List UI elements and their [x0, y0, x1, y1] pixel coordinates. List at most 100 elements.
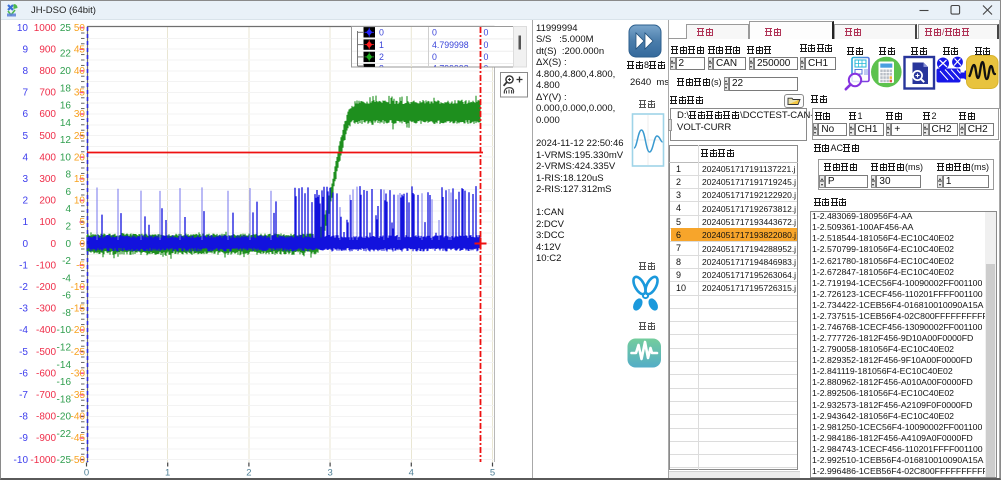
- svg-text:-7: -7: [19, 390, 28, 401]
- svg-text:0: 0: [79, 239, 85, 250]
- svg-text:-10: -10: [71, 282, 86, 293]
- svg-text:-200: -200: [36, 282, 56, 293]
- svg-text:4: 4: [22, 152, 28, 163]
- svg-text:-900: -900: [36, 433, 56, 444]
- svg-text:0: 0: [484, 63, 489, 73]
- svg-text:1: 1: [165, 468, 170, 479]
- svg-text:0: 0: [484, 52, 489, 62]
- svg-text:35: 35: [74, 88, 86, 99]
- svg-text:0: 0: [432, 28, 437, 38]
- svg-text:30: 30: [74, 109, 86, 120]
- svg-text:-4: -4: [19, 325, 28, 336]
- svg-text:6: 6: [65, 187, 71, 198]
- svg-text:-6: -6: [19, 368, 28, 379]
- svg-text:2: 2: [379, 52, 384, 62]
- svg-text:1: 1: [379, 40, 384, 50]
- svg-text:800: 800: [39, 66, 56, 77]
- svg-text:8: 8: [65, 170, 71, 181]
- svg-text:2: 2: [246, 468, 251, 479]
- svg-text:1000: 1000: [34, 23, 57, 34]
- svg-text:-100: -100: [36, 260, 56, 271]
- svg-text:-14: -14: [57, 360, 72, 371]
- svg-text:-22: -22: [57, 429, 72, 440]
- svg-text:4: 4: [409, 468, 414, 479]
- svg-text:-45: -45: [71, 433, 86, 444]
- svg-text:-16: -16: [57, 377, 72, 388]
- svg-text:5: 5: [22, 131, 28, 142]
- svg-text:-10: -10: [57, 325, 72, 336]
- svg-text:-2: -2: [62, 256, 71, 267]
- svg-text:100: 100: [39, 217, 56, 228]
- svg-text:0: 0: [84, 468, 89, 479]
- svg-text:0: 0: [484, 28, 489, 38]
- svg-text:-5: -5: [19, 347, 28, 358]
- svg-text:-3: -3: [19, 304, 28, 315]
- svg-text:-15: -15: [71, 304, 86, 315]
- svg-text:-1000: -1000: [30, 455, 56, 466]
- svg-text:-2: -2: [19, 282, 28, 293]
- svg-text:18: 18: [60, 83, 72, 94]
- svg-text:25: 25: [74, 131, 86, 142]
- svg-text:-20: -20: [57, 412, 72, 423]
- svg-text:5: 5: [79, 217, 85, 228]
- svg-text:10: 10: [60, 152, 72, 163]
- svg-text:400: 400: [39, 152, 56, 163]
- svg-text:25: 25: [60, 23, 72, 34]
- svg-text:-8: -8: [62, 308, 71, 319]
- svg-text:20: 20: [60, 66, 72, 77]
- svg-text:-30: -30: [71, 368, 86, 379]
- svg-text:-50: -50: [71, 455, 86, 466]
- svg-text:-20: -20: [71, 325, 86, 336]
- svg-text:7: 7: [22, 88, 28, 99]
- svg-text:2: 2: [65, 222, 71, 233]
- svg-text:4.799998: 4.799998: [432, 40, 469, 50]
- svg-text:600: 600: [39, 109, 56, 120]
- svg-text:40: 40: [74, 66, 86, 77]
- svg-text:4: 4: [65, 204, 71, 215]
- svg-text:0: 0: [379, 28, 384, 38]
- svg-text:15: 15: [74, 174, 86, 185]
- svg-text:-25: -25: [71, 347, 86, 358]
- svg-text:0: 0: [65, 239, 71, 250]
- svg-text:900: 900: [39, 44, 56, 55]
- svg-text:8: 8: [22, 66, 28, 77]
- svg-text:3: 3: [22, 174, 28, 185]
- svg-text:-400: -400: [36, 325, 56, 336]
- svg-text:-700: -700: [36, 390, 56, 401]
- svg-text:-6: -6: [62, 291, 71, 302]
- svg-text:22: 22: [60, 49, 72, 60]
- svg-text:10: 10: [17, 23, 29, 34]
- svg-text:-10: -10: [14, 455, 29, 466]
- svg-text:16: 16: [60, 101, 72, 112]
- svg-text:45: 45: [74, 44, 86, 55]
- svg-text:-25: -25: [57, 455, 72, 466]
- svg-text:-300: -300: [36, 304, 56, 315]
- svg-text:-800: -800: [36, 412, 56, 423]
- svg-text:10: 10: [74, 196, 86, 207]
- svg-text:12: 12: [60, 135, 72, 146]
- svg-text:200: 200: [39, 196, 56, 207]
- svg-text:-18: -18: [57, 394, 72, 405]
- svg-text:0: 0: [50, 239, 56, 250]
- svg-text:20: 20: [74, 152, 86, 163]
- svg-text:700: 700: [39, 88, 56, 99]
- svg-text:-35: -35: [71, 390, 86, 401]
- svg-text:-600: -600: [36, 368, 56, 379]
- svg-text:-4: -4: [62, 273, 71, 284]
- svg-text:2: 2: [22, 196, 28, 207]
- svg-text:9: 9: [22, 44, 28, 55]
- svg-text:300: 300: [39, 174, 56, 185]
- svg-text:3: 3: [327, 468, 332, 479]
- svg-text:-500: -500: [36, 347, 56, 358]
- svg-text:-12: -12: [57, 343, 72, 354]
- svg-text:-1: -1: [19, 260, 28, 271]
- svg-text:0: 0: [22, 239, 28, 250]
- svg-text:3: 3: [379, 63, 384, 73]
- svg-text:5: 5: [490, 468, 495, 479]
- svg-text:0: 0: [484, 40, 489, 50]
- svg-text:14: 14: [60, 118, 72, 129]
- svg-text:-9: -9: [19, 433, 28, 444]
- svg-text:-8: -8: [19, 412, 28, 423]
- svg-text:-40: -40: [71, 412, 86, 423]
- svg-text:50: 50: [74, 23, 86, 34]
